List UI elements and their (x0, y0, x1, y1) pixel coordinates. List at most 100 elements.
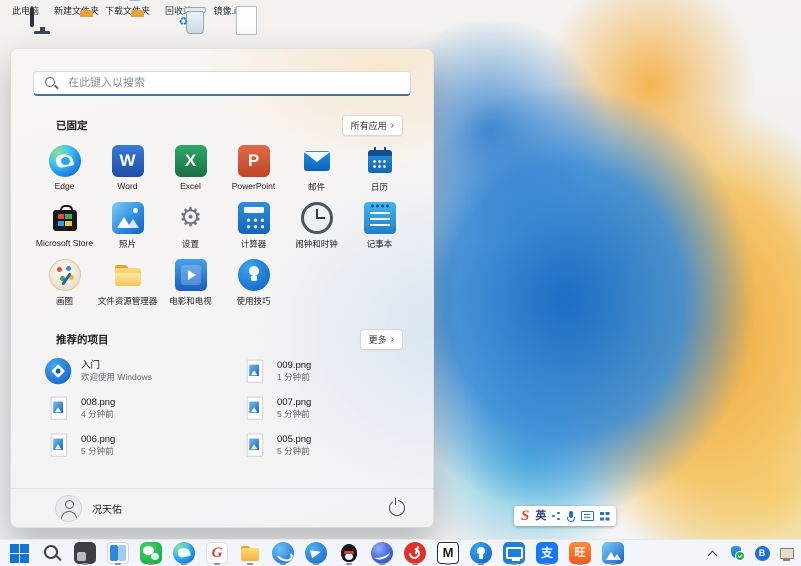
ime-emoji-icon[interactable] (552, 512, 561, 521)
recommended-item-get-started[interactable]: 入门欢迎使用 Windows (33, 353, 229, 390)
recommended-item-title: 007.png (277, 397, 311, 409)
desktop-icon-iso-file[interactable]: 镜像.iso (205, 4, 254, 16)
pinned-app-label: 计算器 (241, 238, 267, 250)
pinned-app-label: 闹钟和时钟 (295, 238, 338, 250)
search-input[interactable] (66, 76, 400, 90)
ime-mic-icon[interactable] (567, 511, 575, 522)
dark-square-app-icon (74, 542, 96, 564)
pinned-app-label: 记事本 (367, 238, 393, 250)
taskbar-button-swoosh-orb-app[interactable] (370, 541, 394, 565)
007-png-icon (241, 395, 268, 422)
recommended-item-006-png[interactable]: 006.png5 分钟前 (33, 427, 229, 464)
pinned-app-label: PowerPoint (232, 181, 275, 191)
desktop-icon-download-folder-shortcut[interactable]: ↗下载文件夹 (103, 4, 152, 16)
g-browser-icon: G (206, 542, 228, 564)
power-button[interactable] (389, 500, 405, 516)
sogou-logo-icon[interactable]: S (521, 506, 529, 526)
photos-icon (112, 202, 144, 234)
pinned-app-excel[interactable]: XExcel (160, 143, 222, 200)
microsoft-store-icon (49, 202, 81, 234)
taskbar-button-paper-plane-app[interactable] (304, 541, 328, 565)
security-shield[interactable] (728, 543, 746, 563)
word-icon: W (112, 145, 144, 177)
006-png-icon (45, 432, 72, 459)
blue-sphere-app-icon (272, 542, 294, 564)
pinned-header: 已固定 (56, 118, 88, 133)
swoosh-orb-app-icon (371, 542, 393, 564)
running-indicator (214, 563, 220, 565)
009-png-icon (241, 358, 268, 385)
screen: 此电脑新建文件夹↗下载文件夹♻回收站镜像.iso 已固定 所有应用 › Edge… (0, 0, 801, 566)
taskbar-button-wangwang[interactable]: 旺 (568, 541, 592, 565)
paint-icon (49, 259, 81, 291)
ime-toolbox-icon[interactable] (600, 512, 609, 521)
pinned-app-edge[interactable]: Edge (34, 143, 96, 200)
desktop-icon-new-folder[interactable]: 新建文件夹 (52, 4, 101, 16)
pinned-app-calendar[interactable]: 日历 (349, 143, 411, 200)
taskbar-button-search[interactable] (40, 541, 64, 565)
recommended-item-007-png[interactable]: 007.png5 分钟前 (229, 390, 411, 427)
pinned-app-alarms-clock[interactable]: 闹钟和时钟 (286, 200, 348, 257)
pinned-app-tips[interactable]: 使用技巧 (223, 257, 285, 314)
taskbar-button-edge[interactable] (172, 541, 196, 565)
taskbar-button-photos[interactable] (601, 541, 625, 565)
running-indicator (247, 563, 253, 565)
ime-bar[interactable]: S 英 (514, 506, 616, 526)
taskbar-button-blue-sphere-app[interactable] (271, 541, 295, 565)
taskbar-button-start[interactable] (7, 541, 31, 565)
tray-chevron-icon (706, 547, 719, 560)
008-png-icon (45, 395, 72, 422)
recommended-item-009-png[interactable]: 009.png1 分钟前 (229, 353, 411, 390)
taskbar-button-qq[interactable] (337, 541, 361, 565)
taskbar-button-g-browser[interactable]: G (205, 541, 229, 565)
bluetooth[interactable]: B (753, 543, 771, 563)
recommended-item-title: 008.png (81, 397, 115, 409)
running-indicator (577, 563, 583, 565)
start-icon (8, 542, 30, 564)
pinned-app-file-explorer[interactable]: 文件资源管理器 (97, 257, 159, 314)
taskbar-button-tips[interactable] (469, 541, 493, 565)
all-apps-button[interactable]: 所有应用 › (342, 115, 403, 136)
ime-language-mode[interactable]: 英 (535, 506, 546, 526)
recommended-item-005-png[interactable]: 005.png5 分钟前 (229, 427, 411, 464)
search-box[interactable] (33, 71, 411, 96)
ime-keyboard-icon[interactable] (581, 511, 594, 521)
recommended-item-title: 009.png (277, 360, 311, 372)
pinned-app-mail[interactable]: 邮件 (286, 143, 348, 200)
all-apps-label: 所有应用 (351, 119, 387, 132)
desktop-icon-this-pc[interactable]: 此电脑 (1, 4, 50, 16)
pinned-app-powerpoint[interactable]: PPowerPoint (223, 143, 285, 200)
pinned-app-word[interactable]: WWord (97, 143, 159, 200)
running-indicator (610, 563, 616, 565)
taskbar-button-wechat[interactable] (139, 541, 163, 565)
taskbar-button-file-explorer[interactable] (238, 541, 262, 565)
more-button[interactable]: 更多 › (360, 329, 403, 350)
bluetooth-icon: B (755, 546, 770, 561)
running-indicator (82, 563, 88, 565)
pinned-app-photos[interactable]: 照片 (97, 200, 159, 257)
pinned-app-notepad[interactable]: 记事本 (349, 200, 411, 257)
notepad-icon (364, 202, 396, 234)
taskbar-button-m-waveform-app[interactable]: M (436, 541, 460, 565)
pinned-app-calculator[interactable]: 计算器 (223, 200, 285, 257)
taskbar-button-alipay[interactable]: 支 (535, 541, 559, 565)
pinned-app-settings[interactable]: ⚙设置 (160, 200, 222, 257)
recommended-item-008-png[interactable]: 008.png4 分钟前 (33, 390, 229, 427)
recommended-item-subtitle: 5 分钟前 (277, 409, 311, 420)
running-indicator (181, 563, 187, 565)
user-profile-button[interactable]: 况天佑 (45, 492, 132, 525)
tray-chevron[interactable] (703, 543, 721, 563)
more-label: 更多 (369, 333, 387, 346)
taskbar-button-dark-square-app[interactable] (73, 541, 97, 565)
pinned-app-paint[interactable]: 画图 (34, 257, 96, 314)
desktop-icons: 此电脑新建文件夹↗下载文件夹♻回收站镜像.iso (1, 4, 254, 16)
taskbar-button-screen-cast[interactable] (502, 541, 526, 565)
safely-remove-hardware[interactable] (778, 543, 796, 563)
running-indicator (313, 563, 319, 565)
chevron-right-icon: › (391, 335, 394, 344)
pinned-app-microsoft-store[interactable]: Microsoft Store (34, 200, 96, 257)
pinned-app-movies-tv[interactable]: 电影和电视 (160, 257, 222, 314)
desktop-icon-recycle-bin[interactable]: ♻回收站 (154, 4, 203, 16)
taskbar-button-netease-music[interactable] (403, 541, 427, 565)
taskbar-button-split-view-app[interactable] (106, 541, 130, 565)
